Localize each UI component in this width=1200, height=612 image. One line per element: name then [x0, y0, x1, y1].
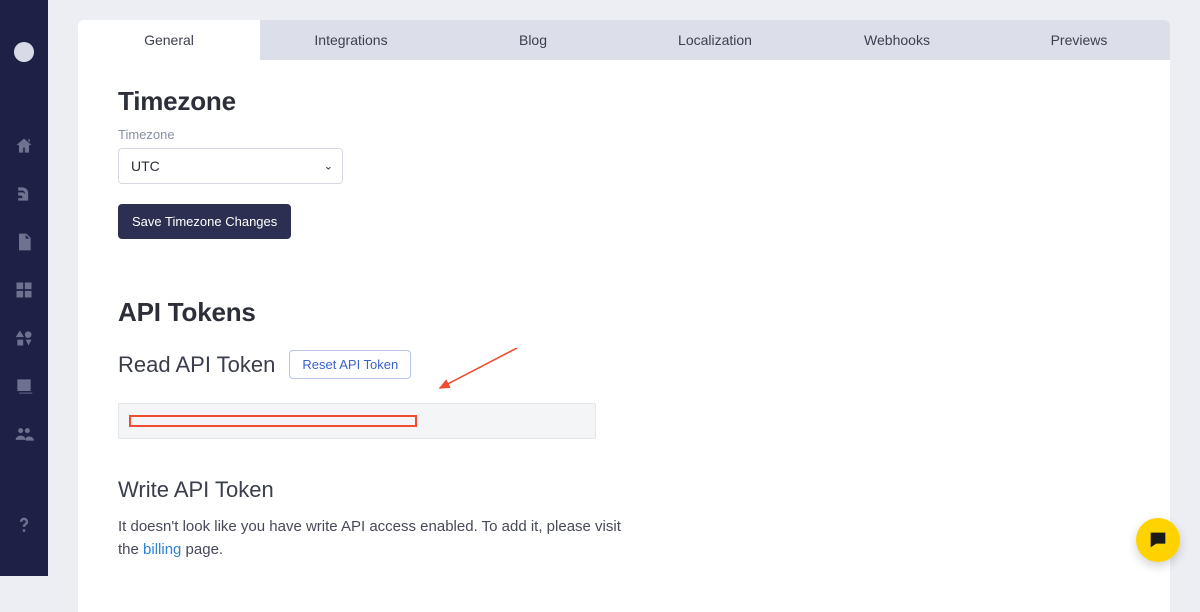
home-icon[interactable]: [14, 136, 34, 156]
reset-api-token-button[interactable]: Reset API Token: [289, 350, 411, 379]
tab-blog[interactable]: Blog: [442, 20, 624, 60]
sidebar: [0, 0, 48, 576]
api-tokens-heading: API Tokens: [118, 297, 1130, 328]
help-icon[interactable]: [14, 516, 34, 536]
image-icon[interactable]: [14, 376, 34, 396]
timezone-select[interactable]: UTC: [118, 148, 343, 184]
tab-integrations[interactable]: Integrations: [260, 20, 442, 60]
write-api-message: It doesn't look like you have write API …: [118, 515, 638, 562]
tab-general[interactable]: General: [78, 20, 260, 60]
save-timezone-button[interactable]: Save Timezone Changes: [118, 204, 291, 239]
shapes-icon[interactable]: [14, 328, 34, 348]
tab-previews[interactable]: Previews: [988, 20, 1170, 60]
read-api-token-field[interactable]: [118, 403, 596, 439]
page-icon[interactable]: [14, 232, 34, 252]
chat-widget-button[interactable]: [1136, 518, 1180, 562]
grid-icon[interactable]: [14, 280, 34, 300]
avatar[interactable]: [14, 42, 34, 62]
write-api-token-heading: Write API Token: [118, 477, 1130, 503]
timezone-label: Timezone: [118, 127, 1130, 142]
blog-icon[interactable]: [14, 184, 34, 204]
users-icon[interactable]: [14, 424, 34, 444]
page: General Integrations Blog Localization W…: [48, 0, 1200, 576]
write-msg-part2: page.: [181, 541, 223, 558]
tab-webhooks[interactable]: Webhooks: [806, 20, 988, 60]
tab-content: Timezone Timezone UTC ⌄ Save Timezone Ch…: [78, 60, 1170, 612]
tab-localization[interactable]: Localization: [624, 20, 806, 60]
billing-link[interactable]: billing: [143, 541, 181, 558]
tabs: General Integrations Blog Localization W…: [78, 20, 1170, 60]
read-api-token-heading: Read API Token: [118, 352, 275, 378]
timezone-heading: Timezone: [118, 86, 1130, 117]
token-redaction-box: [129, 415, 417, 427]
